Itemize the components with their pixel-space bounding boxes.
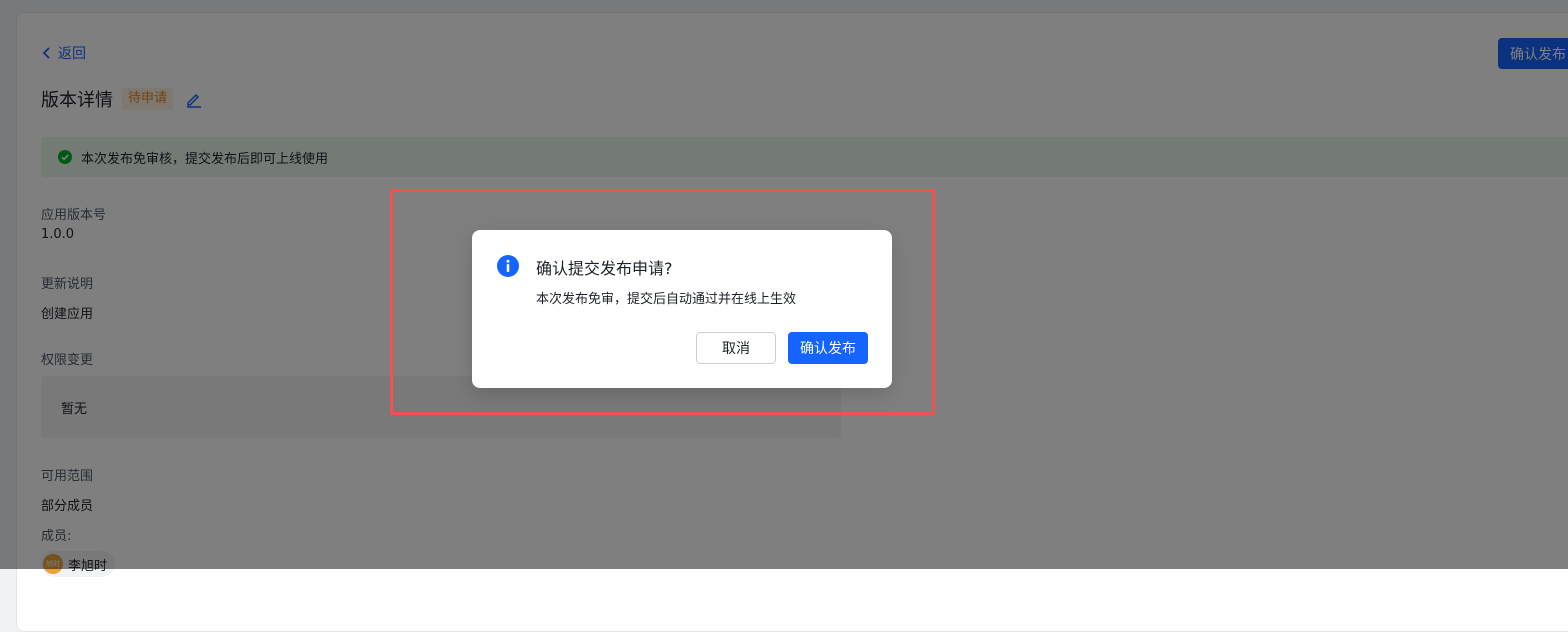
cancel-button[interactable]: 取消 <box>696 332 776 364</box>
dialog-body: 本次发布免审，提交后自动通过并在线上生效 <box>536 292 797 307</box>
dialog-title: 确认提交发布申请? <box>536 259 673 278</box>
info-icon <box>497 255 519 277</box>
dialog-confirm-button[interactable]: 确认发布 <box>788 332 868 364</box>
confirm-dialog: 确认提交发布申请? 本次发布免审，提交后自动通过并在线上生效 取消 确认发布 <box>472 230 892 388</box>
